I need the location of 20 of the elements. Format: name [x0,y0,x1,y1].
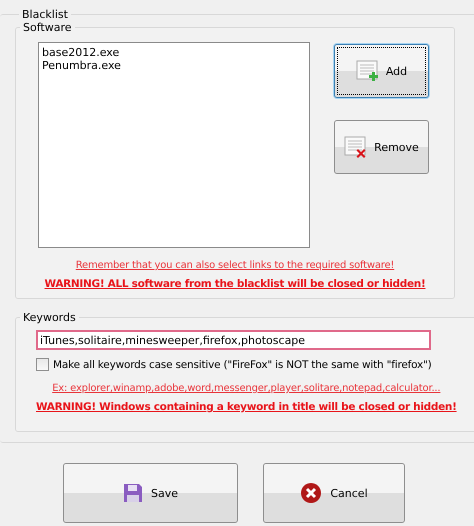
document-x-icon [344,136,368,158]
keywords-field[interactable]: iTunes,solitaire,minesweeper,firefox,photoscape [36,330,431,350]
software-list[interactable]: base2012.exe Penumbra.exe [38,42,310,248]
cancel-button[interactable]: Cancel [263,463,405,523]
save-button[interactable]: Save [63,463,238,523]
checkbox-label: Make all keywords case sensitive ("FireFox" is NOT the same with "firefox") [53,358,432,370]
checkbox[interactable] [36,358,49,371]
close-icon [300,482,322,504]
group-title: Blacklist [21,8,69,21]
list-item[interactable]: base2012.exe [42,46,306,59]
document-plus-icon [356,60,380,82]
warning-text: WARNING! ALL software from the blacklist will be closed or hidden! [44,278,426,290]
group-title: Keywords [22,311,77,324]
hint-link[interactable]: Remember that you can also select links to the required software! [16,260,454,271]
group-title: Software [22,21,72,34]
warning-text: WARNING! Windows containing a keyword in title will be closed or hidden! [36,401,457,413]
list-item[interactable]: Penumbra.exe [42,59,306,72]
example-link[interactable]: Ex: explorer,winamp,adobe,word,messenger,player,solitare,notepad,calculator... [36,383,457,394]
remove-button[interactable]: Remove [334,120,429,174]
add-button[interactable]: Add [334,44,429,98]
